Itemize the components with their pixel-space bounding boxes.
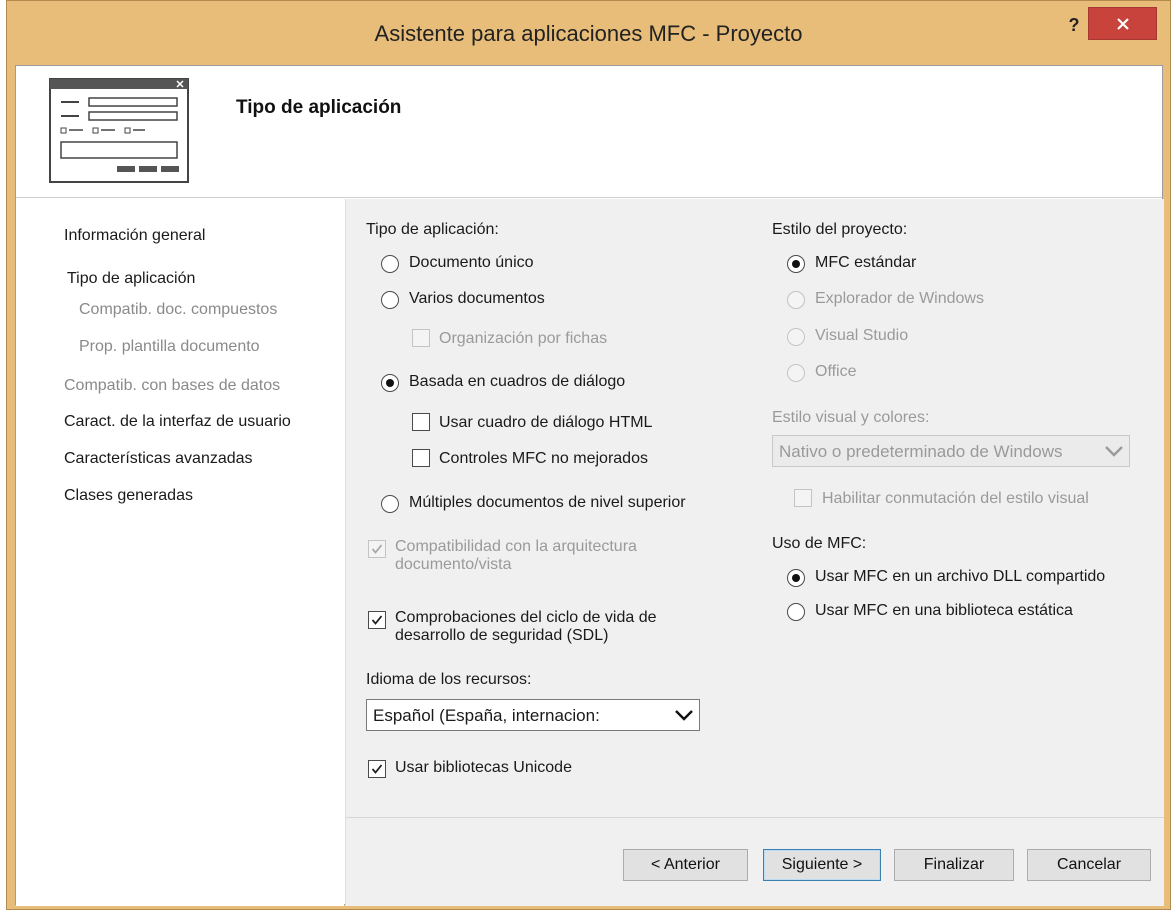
radio-multiple-top-level[interactable] bbox=[381, 495, 399, 513]
finish-button[interactable]: Finalizar bbox=[894, 849, 1014, 881]
radio-single-document-label: Documento único bbox=[409, 254, 534, 271]
sidebar-item-application-type[interactable]: Tipo de aplicación bbox=[67, 270, 195, 288]
title-bar[interactable]: Asistente para aplicaciones MFC - Proyec… bbox=[7, 1, 1170, 65]
checkbox-tabbed-documents[interactable] bbox=[412, 329, 430, 347]
next-button[interactable]: Siguiente > bbox=[763, 849, 881, 881]
checkbox-visual-style-switch-label: Habilitar conmutación del estilo visual bbox=[822, 490, 1089, 507]
radio-windows-explorer-label: Explorador de Windows bbox=[815, 290, 984, 307]
cancel-button[interactable]: Cancelar bbox=[1027, 849, 1151, 881]
checkmark-icon bbox=[371, 764, 383, 774]
resource-language-label: Idioma de los recursos: bbox=[366, 671, 532, 688]
resource-language-value: Español (España, internacion: bbox=[373, 706, 600, 725]
radio-office[interactable] bbox=[787, 364, 805, 382]
help-button[interactable]: ? bbox=[1059, 11, 1089, 41]
checkbox-mfc-controls[interactable] bbox=[412, 449, 430, 467]
radio-visual-studio[interactable] bbox=[787, 328, 805, 346]
checkbox-doc-view[interactable] bbox=[368, 540, 386, 558]
wizard-main-panel: Tipo de aplicación: Documento único Vari… bbox=[345, 199, 1164, 906]
checkbox-unicode[interactable] bbox=[368, 760, 386, 778]
page-title: Tipo de aplicación bbox=[236, 97, 402, 118]
sidebar-item-doc-template[interactable]: Prop. plantilla documento bbox=[79, 338, 260, 356]
close-icon bbox=[1117, 18, 1129, 30]
radio-windows-explorer[interactable] bbox=[787, 291, 805, 309]
radio-mfc-static-lib[interactable] bbox=[787, 603, 805, 621]
sidebar-item-database[interactable]: Compatib. con bases de datos bbox=[64, 377, 280, 395]
sidebar-item-advanced-features[interactable]: Características avanzadas bbox=[64, 450, 253, 468]
visual-style-select[interactable]: Nativo o predeterminado de Windows bbox=[772, 435, 1130, 467]
dialog-client-area: Tipo de aplicación Información general T… bbox=[15, 65, 1164, 906]
sidebar-item-overview[interactable]: Información general bbox=[64, 227, 205, 245]
checkbox-tabbed-documents-label: Organización por fichas bbox=[439, 330, 608, 347]
checkbox-html-dialog-label: Usar cuadro de diálogo HTML bbox=[439, 414, 653, 431]
doc-view-label-line1: Compatibilidad con la arquitectura bbox=[395, 538, 637, 555]
radio-multiple-documents[interactable] bbox=[381, 291, 399, 309]
project-style-heading: Estilo del proyecto: bbox=[772, 221, 908, 238]
app-type-heading: Tipo de aplicación: bbox=[366, 221, 499, 238]
sidebar-item-generated-classes[interactable]: Clases generadas bbox=[64, 487, 193, 505]
wizard-header: Tipo de aplicación bbox=[16, 66, 1162, 198]
radio-multiple-documents-label: Varios documentos bbox=[409, 290, 545, 307]
radio-multiple-top-level-label: Múltiples documentos de nivel superior bbox=[409, 494, 686, 511]
checkbox-sdl-checks[interactable] bbox=[368, 611, 386, 629]
radio-single-document[interactable] bbox=[381, 255, 399, 273]
chevron-down-icon bbox=[675, 710, 693, 721]
checkmark-icon bbox=[371, 544, 383, 554]
close-button[interactable] bbox=[1088, 7, 1157, 40]
checkbox-sdl-checks-label: Comprobaciones del ciclo de vida de desa… bbox=[395, 609, 656, 645]
radio-mfc-static-lib-label: Usar MFC en una biblioteca estática bbox=[815, 602, 1073, 619]
visual-style-value: Nativo o predeterminado de Windows bbox=[779, 442, 1063, 461]
back-button[interactable]: < Anterior bbox=[623, 849, 748, 881]
chevron-down-icon bbox=[1105, 446, 1123, 457]
checkmark-icon bbox=[371, 615, 383, 625]
visual-style-label: Estilo visual y colores: bbox=[772, 409, 930, 426]
radio-dialog-based-label: Basada en cuadros de diálogo bbox=[409, 373, 626, 390]
radio-mfc-standard[interactable] bbox=[787, 255, 805, 273]
checkbox-mfc-controls-label: Controles MFC no mejorados bbox=[439, 450, 648, 467]
doc-view-label-line2: documento/vista bbox=[395, 556, 512, 573]
button-separator bbox=[346, 817, 1164, 818]
sidebar-item-ui-features[interactable]: Caract. de la interfaz de usuario bbox=[64, 413, 291, 431]
checkbox-doc-view-label: Compatibilidad con la arquitectura docum… bbox=[395, 538, 637, 574]
sidebar-item-compound-doc[interactable]: Compatib. doc. compuestos bbox=[79, 301, 277, 319]
wizard-sidebar: Información general Tipo de aplicación C… bbox=[16, 199, 344, 906]
radio-mfc-shared-dll-label: Usar MFC en un archivo DLL compartido bbox=[815, 568, 1106, 585]
radio-office-label: Office bbox=[815, 363, 857, 380]
dialog-form-icon bbox=[49, 78, 189, 183]
radio-mfc-shared-dll[interactable] bbox=[787, 569, 805, 587]
sdl-label-line2: desarrollo de seguridad (SDL) bbox=[395, 627, 609, 644]
mfc-use-heading: Uso de MFC: bbox=[772, 535, 867, 552]
checkbox-unicode-label: Usar bibliotecas Unicode bbox=[395, 759, 572, 776]
resource-language-select[interactable]: Español (España, internacion: bbox=[366, 699, 700, 731]
radio-mfc-standard-label: MFC estándar bbox=[815, 254, 917, 271]
window-title: Asistente para aplicaciones MFC - Proyec… bbox=[374, 21, 803, 46]
dialog-window: Asistente para aplicaciones MFC - Proyec… bbox=[6, 0, 1171, 910]
sdl-label-line1: Comprobaciones del ciclo de vida de bbox=[395, 609, 657, 626]
radio-dialog-based[interactable] bbox=[381, 374, 399, 392]
radio-visual-studio-label: Visual Studio bbox=[815, 327, 909, 344]
checkbox-visual-style-switch[interactable] bbox=[794, 489, 812, 507]
checkbox-html-dialog[interactable] bbox=[412, 413, 430, 431]
